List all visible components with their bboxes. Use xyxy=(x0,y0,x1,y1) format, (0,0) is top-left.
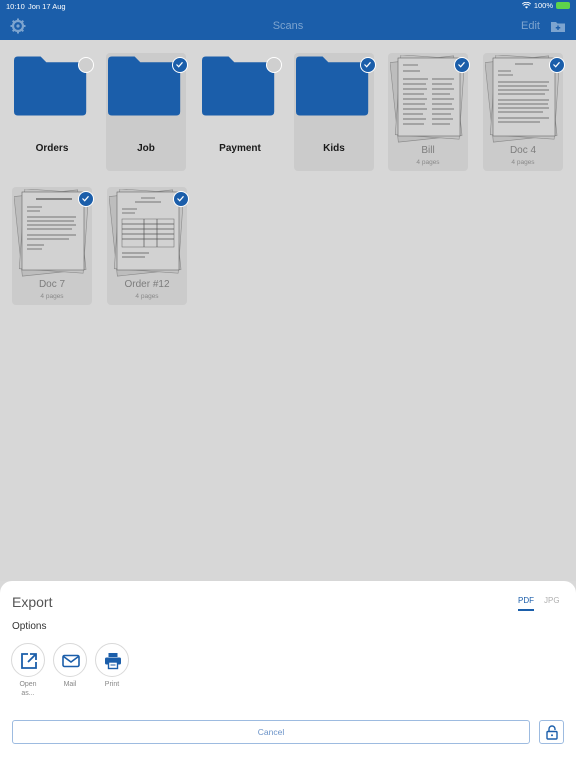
open-as-label: Open as... xyxy=(19,681,37,697)
selection-checkbox[interactable] xyxy=(549,57,565,73)
format-tab-pdf[interactable]: PDF xyxy=(518,596,534,605)
item-page-count: 4 pages xyxy=(135,293,159,300)
nav-bar: Scans Edit xyxy=(0,12,576,40)
battery-icon xyxy=(556,2,570,9)
printer-icon xyxy=(105,653,121,670)
wifi-icon xyxy=(521,2,531,9)
status-right: 100% xyxy=(521,1,570,10)
folder-tile-kids[interactable]: Kids xyxy=(294,53,376,171)
selection-checkbox[interactable] xyxy=(360,57,376,73)
checkmark-icon xyxy=(458,61,465,68)
new-folder-icon[interactable] xyxy=(550,19,566,33)
mail-icon xyxy=(62,654,80,668)
doc-tile-bill[interactable]: Bill 4 pages xyxy=(388,53,470,171)
item-label: Bill xyxy=(421,145,435,156)
folder-tile-orders[interactable]: Orders xyxy=(12,53,94,171)
mail-button[interactable] xyxy=(53,643,87,677)
status-date: Jon 17 Aug xyxy=(28,2,66,11)
edit-button[interactable]: Edit xyxy=(521,20,540,32)
folder-tile-payment[interactable]: Payment xyxy=(200,53,282,171)
nav-title: Scans xyxy=(272,20,304,32)
item-page-count: 4 pages xyxy=(511,159,535,166)
lock-button[interactable] xyxy=(539,720,564,744)
format-tab-indicator xyxy=(518,609,534,611)
selection-checkbox[interactable] xyxy=(172,57,188,73)
item-label: Order #12 xyxy=(124,279,170,290)
checkmark-icon xyxy=(553,61,560,68)
item-page-count: 4 pages xyxy=(40,293,64,300)
item-page-count: 4 pages xyxy=(416,159,440,166)
print-label: Print xyxy=(104,681,120,688)
cancel-button[interactable]: Cancel xyxy=(12,720,530,744)
item-label: Job xyxy=(137,143,155,154)
doc-tile-order-12[interactable]: Order #12 4 pages xyxy=(107,187,189,305)
mail-label: Mail xyxy=(63,681,77,688)
options-label: Options xyxy=(12,621,47,632)
open-as-button[interactable] xyxy=(11,643,45,677)
export-title: Export xyxy=(12,594,53,610)
doc-tile-doc-7[interactable]: Doc 7 4 pages xyxy=(12,187,94,305)
item-label: Orders xyxy=(35,143,69,154)
selection-checkbox[interactable] xyxy=(173,191,189,207)
selection-checkbox[interactable] xyxy=(78,57,94,73)
checkmark-icon xyxy=(177,195,184,202)
item-label: Doc 7 xyxy=(38,279,66,290)
lock-icon xyxy=(546,725,558,740)
doc-tile-doc-4[interactable]: Doc 4 4 pages xyxy=(483,53,565,171)
print-button[interactable] xyxy=(95,643,129,677)
selection-checkbox[interactable] xyxy=(78,191,94,207)
export-sheet: Export PDF JPG Options Open as... Mail P… xyxy=(0,581,576,768)
item-label: Doc 4 xyxy=(509,145,537,156)
status-time: 10:10 xyxy=(6,2,25,11)
selection-checkbox[interactable] xyxy=(266,57,282,73)
format-tab-jpg[interactable]: JPG xyxy=(544,596,560,605)
open-external-icon xyxy=(21,653,37,669)
checkmark-icon xyxy=(82,195,89,202)
item-label: Kids xyxy=(323,143,345,154)
checkmark-icon xyxy=(176,61,183,68)
folder-tile-job[interactable]: Job xyxy=(106,53,188,171)
items-grid: Orders Job Payment Kids Bill 4 pages Doc… xyxy=(0,40,576,581)
status-bar: 10:10 Jon 17 Aug 100% xyxy=(0,0,576,12)
item-label: Payment xyxy=(219,143,261,154)
battery-percent: 100% xyxy=(533,1,553,10)
checkmark-icon xyxy=(364,61,371,68)
selection-checkbox[interactable] xyxy=(454,57,470,73)
